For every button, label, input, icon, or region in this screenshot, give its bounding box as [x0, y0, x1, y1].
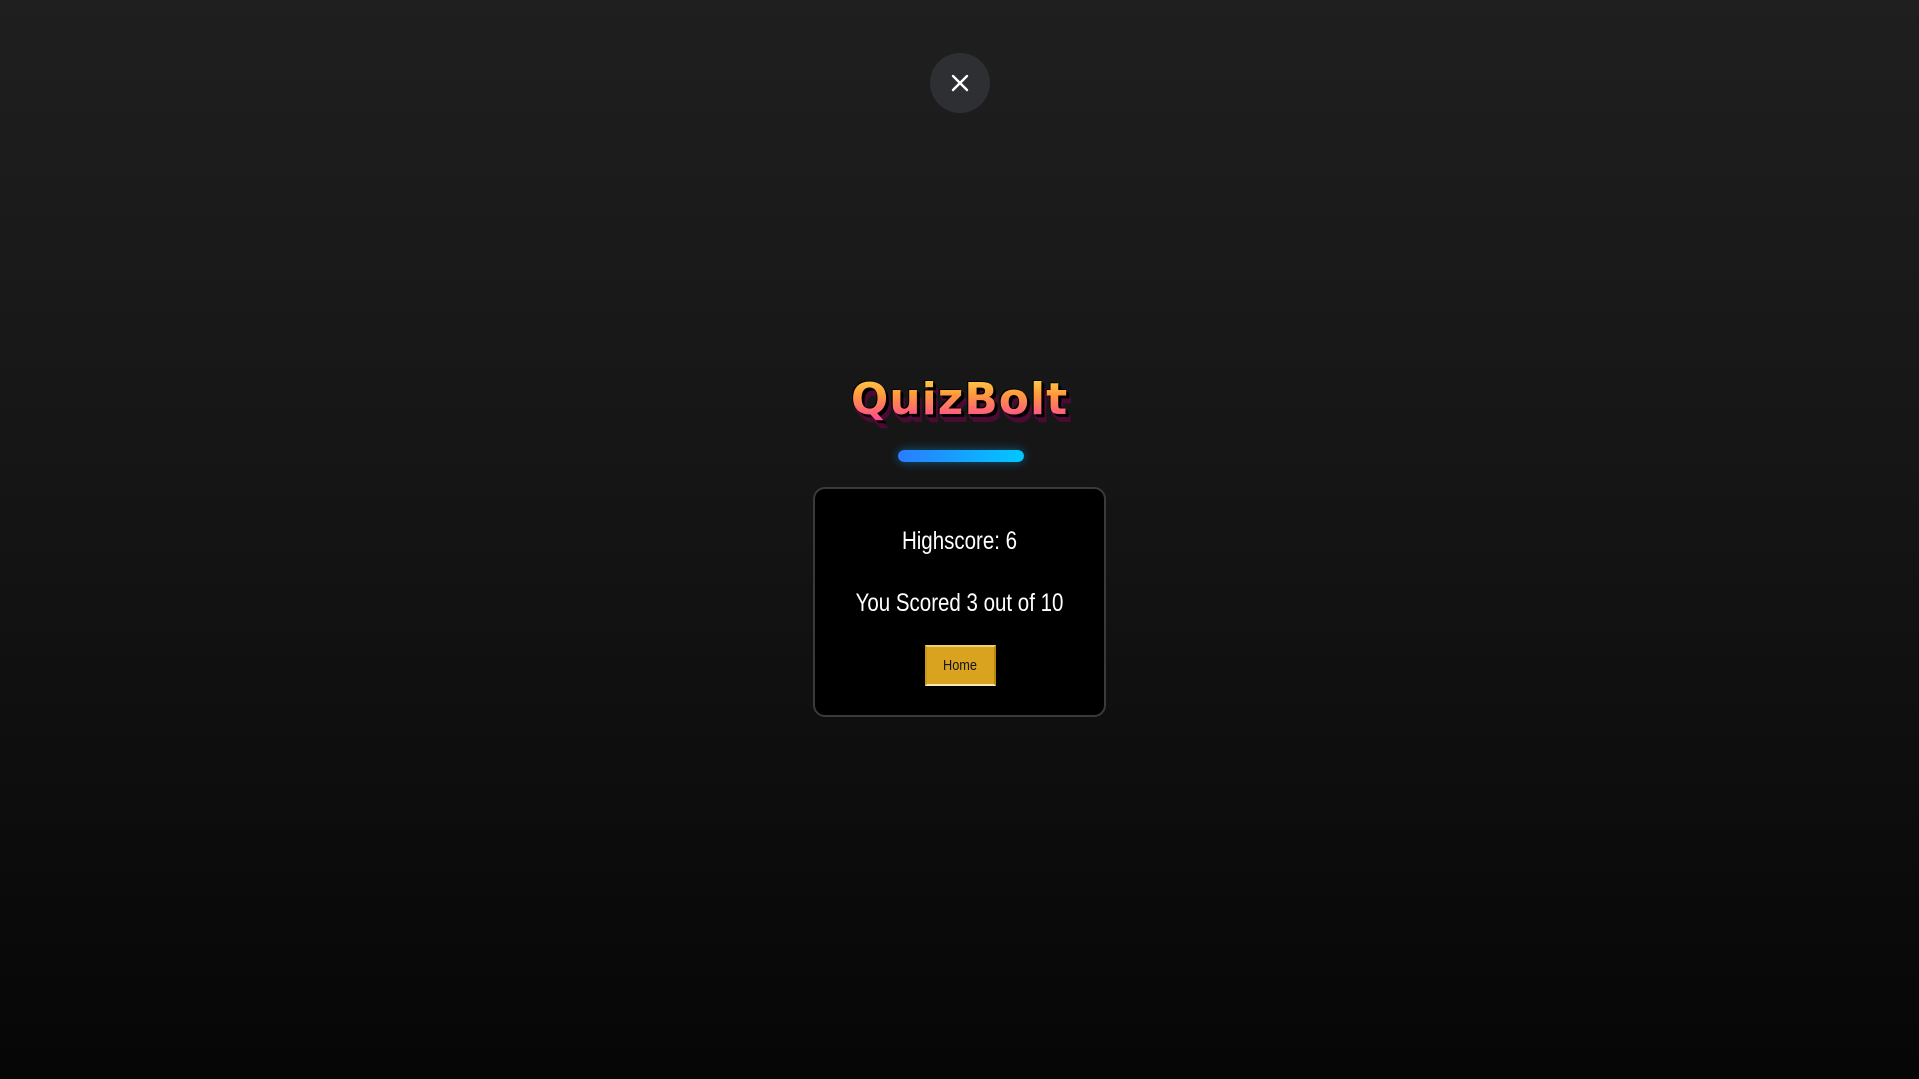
highscore-label: Highscore: 6	[901, 527, 1018, 555]
home-button[interactable]: Home	[925, 645, 996, 686]
app-logo: QuizBolt	[0, 372, 1919, 428]
progress-bar	[898, 450, 1024, 462]
logo-text: QuizBolt	[851, 372, 1068, 428]
progress-fill	[898, 450, 1024, 462]
home-button-label: Home	[943, 657, 978, 674]
score-label: You Scored 3 out of 10	[855, 589, 1064, 617]
result-card: Highscore: 6 You Scored 3 out of 10 Home	[813, 487, 1106, 717]
close-icon	[950, 73, 970, 93]
close-button[interactable]	[930, 53, 990, 113]
